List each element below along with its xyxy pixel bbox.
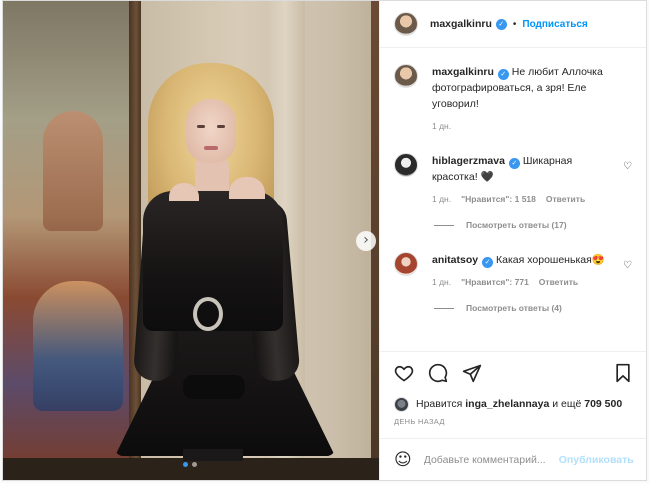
emoji-icon[interactable]: ☺	[394, 450, 412, 470]
comment-item: hiblagerzmava ✓ Шикарная красотка! 🖤 1 дн…	[394, 153, 632, 204]
carousel-dot-active	[183, 462, 188, 467]
author-username[interactable]: maxgalkinru	[430, 18, 492, 30]
separator-dot: •	[512, 18, 517, 30]
post-photo[interactable]: ›	[3, 1, 379, 480]
commenter-username[interactable]: hiblagerzmava	[432, 155, 505, 167]
verified-icon: ✓	[495, 18, 507, 30]
reply-button[interactable]: Ответить	[539, 277, 578, 287]
post-date[interactable]: ДЕНЬ НАЗАД	[380, 415, 646, 433]
person-face	[186, 99, 236, 163]
likes-summary[interactable]: Нравится inga_zhelannaya и ещё 709 500	[380, 393, 646, 415]
caption-time[interactable]: 1 дн.	[432, 121, 451, 131]
verified-icon: ✓	[508, 158, 520, 169]
reply-button[interactable]: Ответить	[546, 194, 585, 204]
comment-like-heart-icon[interactable]: ♡	[623, 260, 632, 271]
view-replies-button[interactable]: Посмотреть ответы (4)	[434, 303, 632, 313]
comment-like-heart-icon[interactable]: ♡	[623, 161, 632, 172]
likes-count[interactable]: 709 500	[584, 398, 622, 410]
share-icon[interactable]	[462, 363, 482, 383]
likes-prefix: Нравится	[416, 398, 463, 410]
comment-text: Какая хорошенькая😍	[496, 254, 605, 266]
action-bar	[380, 351, 646, 393]
commenter-avatar[interactable]	[394, 252, 418, 276]
comment-icon[interactable]	[428, 363, 448, 383]
belt-buckle	[193, 297, 223, 331]
commenter-avatar[interactable]	[394, 153, 418, 177]
verified-icon: ✓	[482, 257, 494, 268]
carousel-dots	[183, 462, 197, 467]
author-avatar[interactable]	[394, 12, 418, 36]
liker-username[interactable]: inga_zhelannaya	[465, 398, 549, 410]
next-slide-button[interactable]: ›	[356, 231, 376, 251]
caption-username[interactable]: maxgalkinru	[432, 66, 494, 78]
likes-suffix: и ещё	[552, 398, 582, 410]
heart-icon[interactable]	[394, 363, 414, 383]
caption: maxgalkinru ✓ Не любит Аллочка фотографир…	[394, 64, 632, 131]
follow-button[interactable]: Подписаться	[522, 19, 587, 30]
liker-avatar[interactable]	[394, 396, 409, 412]
comment-likes[interactable]: "Нравится": 1 518	[461, 194, 536, 204]
comment-likes[interactable]: "Нравится": 771	[461, 277, 529, 287]
view-replies-button[interactable]: Посмотреть ответы (17)	[434, 220, 632, 230]
carousel-dot	[192, 462, 197, 467]
publish-button[interactable]: Опубликовать	[559, 454, 634, 466]
bookmark-icon[interactable]	[614, 363, 632, 383]
comment-time[interactable]: 1 дн.	[432, 277, 451, 287]
verified-icon: ✓	[497, 69, 509, 80]
caption-avatar[interactable]	[394, 64, 418, 88]
post-dialog: › maxgalkinru ✓ • Подписаться maxgalkinr…	[2, 0, 647, 481]
comment-input[interactable]	[423, 453, 559, 466]
comment-time[interactable]: 1 дн.	[432, 194, 451, 204]
post-side-panel: maxgalkinru ✓ • Подписаться maxgalkinru ✓…	[379, 1, 646, 480]
commenter-username[interactable]: anitatsoy	[432, 254, 478, 266]
comments-list[interactable]: maxgalkinru ✓ Не любит Аллочка фотографир…	[380, 48, 646, 351]
comment-item: anitatsoy ✓ Какая хорошенькая😍 1 дн. "Нра…	[394, 252, 632, 287]
add-comment-bar: ☺ Опубликовать	[380, 438, 646, 480]
post-header: maxgalkinru ✓ • Подписаться	[380, 1, 646, 48]
person-gloves	[183, 375, 245, 399]
